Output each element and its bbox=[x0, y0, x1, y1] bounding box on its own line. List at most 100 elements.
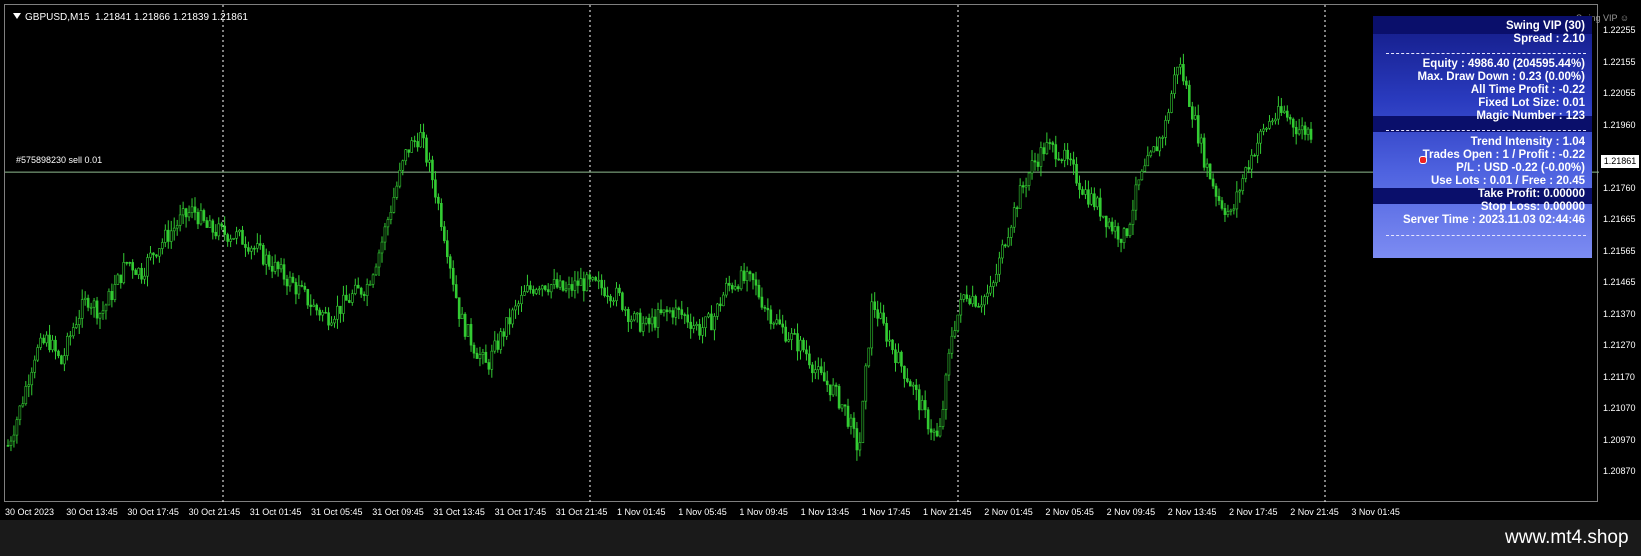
candle-body bbox=[641, 322, 645, 332]
candle-body bbox=[282, 264, 286, 280]
candle-body bbox=[437, 196, 440, 204]
candle-body bbox=[362, 293, 366, 297]
candle-body bbox=[1018, 185, 1022, 209]
candle-body bbox=[1232, 208, 1236, 211]
candle-body bbox=[597, 279, 600, 282]
time-axis-label: 2 Nov 09:45 bbox=[1106, 507, 1156, 517]
candle-body bbox=[1048, 142, 1052, 144]
candle-body bbox=[781, 323, 784, 328]
candle-body bbox=[543, 285, 547, 290]
candle-body bbox=[1244, 167, 1248, 179]
candle-body bbox=[1205, 163, 1209, 168]
candle-body bbox=[339, 305, 342, 314]
candle-body bbox=[861, 400, 865, 444]
price-axis-label: 1.21760 bbox=[1603, 182, 1636, 193]
candle-body bbox=[1303, 125, 1307, 135]
candle-body bbox=[434, 179, 437, 198]
candle-body bbox=[787, 339, 790, 342]
candle-body bbox=[244, 244, 247, 248]
candle-body bbox=[730, 285, 734, 290]
candle-body bbox=[1179, 64, 1182, 68]
candle-body bbox=[724, 282, 728, 296]
candle-body bbox=[621, 292, 624, 310]
price-axis-label: 1.21665 bbox=[1603, 214, 1636, 224]
stop-loss-text: Stop Loss: 0.00000 bbox=[1480, 201, 1585, 213]
candle-body bbox=[778, 319, 782, 325]
candle-body bbox=[1015, 207, 1019, 209]
max-drawdown-text: Max. Draw Down : 0.23 (0.00%) bbox=[1417, 71, 1585, 83]
candle-body bbox=[205, 220, 209, 228]
candle-body bbox=[914, 384, 918, 390]
price-axis-label: 1.21170 bbox=[1603, 371, 1635, 382]
time-axis-label: 1 Nov 17:45 bbox=[861, 507, 911, 517]
dropdown-triangle-icon[interactable] bbox=[13, 13, 21, 19]
candle-body bbox=[606, 295, 609, 298]
candle-body bbox=[226, 234, 229, 242]
candle-body bbox=[297, 285, 301, 295]
candle-body bbox=[1211, 178, 1215, 187]
candle-body bbox=[920, 400, 924, 411]
candle-body bbox=[475, 352, 479, 359]
all-time-profit-text: All Time Profit : -0.22 bbox=[1470, 84, 1585, 96]
candle-body bbox=[808, 353, 811, 366]
candle-body bbox=[1039, 147, 1043, 167]
candle-body bbox=[834, 384, 838, 387]
price-chart[interactable] bbox=[5, 5, 1599, 503]
candle-body bbox=[635, 312, 639, 315]
candle-body bbox=[1188, 84, 1191, 107]
candle-body bbox=[796, 333, 799, 352]
candle-body bbox=[644, 317, 648, 324]
candle-body bbox=[125, 262, 129, 264]
time-axis-label: 2 Nov 01:45 bbox=[984, 507, 1033, 517]
candle-body bbox=[1170, 93, 1173, 113]
candle-body bbox=[481, 351, 485, 355]
chart-window[interactable]: GBPUSD,M15 1.21841 1.21866 1.21839 1.218… bbox=[4, 4, 1629, 503]
candle-body bbox=[380, 241, 384, 254]
candle-body bbox=[1223, 208, 1227, 215]
candle-body bbox=[867, 347, 871, 367]
time-axis-label: 30 Oct 17:45 bbox=[127, 507, 179, 517]
candle-body bbox=[158, 248, 161, 257]
candle-body bbox=[849, 417, 853, 427]
candle-body bbox=[763, 307, 767, 309]
candle-body bbox=[630, 319, 633, 322]
candle-body bbox=[1113, 226, 1117, 232]
take-profit-text: Take Profit: 0.00000 bbox=[1477, 188, 1585, 200]
candle-body bbox=[974, 296, 977, 307]
candle-body bbox=[1051, 142, 1055, 145]
candle-body bbox=[72, 327, 75, 337]
candle-body bbox=[588, 274, 592, 280]
candle-body bbox=[757, 284, 761, 298]
price-axis-label: 1.20970 bbox=[1603, 434, 1636, 445]
candle-body bbox=[238, 229, 241, 233]
candle-body bbox=[80, 299, 84, 319]
time-axis-label: 2 Nov 05:45 bbox=[1045, 507, 1094, 517]
candle-body bbox=[1158, 137, 1161, 152]
candle-body bbox=[39, 337, 42, 348]
candle-body bbox=[591, 277, 595, 280]
price-axis-label: 1.21565 bbox=[1603, 245, 1636, 256]
candle-body bbox=[1262, 128, 1265, 132]
candle-body bbox=[431, 159, 434, 181]
candle-body bbox=[615, 287, 618, 302]
candle-body bbox=[505, 317, 508, 337]
candle-body bbox=[1119, 238, 1123, 243]
candle-body bbox=[523, 291, 526, 296]
candle-body bbox=[532, 289, 535, 294]
candle-body bbox=[953, 330, 957, 337]
candle-body bbox=[92, 300, 96, 308]
candle-body bbox=[348, 300, 351, 303]
candle-body bbox=[624, 309, 627, 311]
candle-body bbox=[1104, 215, 1108, 228]
candle-body bbox=[695, 324, 698, 326]
candle-body bbox=[1045, 142, 1049, 155]
candle-body bbox=[327, 312, 330, 326]
candle-body bbox=[514, 305, 517, 311]
candle-body bbox=[760, 296, 764, 308]
candle-body bbox=[440, 203, 443, 227]
candle-body bbox=[448, 256, 452, 269]
candle-body bbox=[1306, 128, 1310, 135]
candle-body bbox=[33, 359, 37, 373]
candle-body bbox=[656, 309, 660, 328]
candle-body bbox=[416, 141, 419, 148]
